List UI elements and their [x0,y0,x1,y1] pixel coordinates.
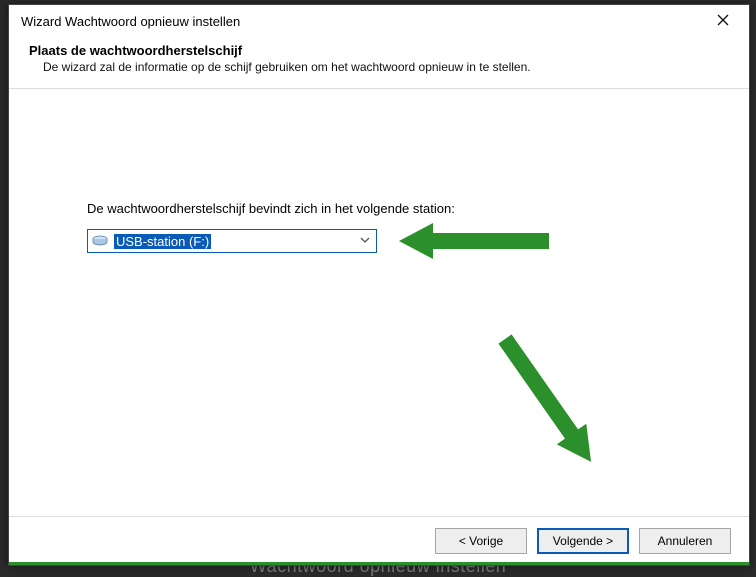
header-heading: Plaats de wachtwoordherstelschijf [29,43,729,58]
close-button[interactable] [703,7,743,35]
close-icon [717,14,729,29]
cancel-button[interactable]: Annuleren [639,528,731,554]
wizard-body: De wachtwoordherstelschijf bevindt zich … [9,89,749,516]
next-button[interactable]: Volgende > [537,528,629,554]
drive-selected-text: USB-station (F:) [114,234,211,249]
disk-icon [92,235,108,247]
chevron-down-icon [360,234,370,248]
back-button[interactable]: < Vorige [435,528,527,554]
window-title: Wizard Wachtwoord opnieuw instellen [21,14,240,29]
wizard-footer: < Vorige Volgende > Annuleren [9,516,749,565]
wizard-header: Plaats de wachtwoordherstelschijf De wiz… [9,37,749,89]
wizard-dialog: Wizard Wachtwoord opnieuw instellen Plaa… [8,4,750,566]
annotation-arrow-next [459,329,619,529]
drive-prompt-label: De wachtwoordherstelschijf bevindt zich … [87,201,455,216]
drive-select[interactable]: USB-station (F:) [87,229,377,253]
annotation-arrow-combo [399,211,559,271]
drive-selected-value: USB-station (F:) [92,234,211,249]
bottom-accent-bar [9,562,749,565]
title-bar: Wizard Wachtwoord opnieuw instellen [9,5,749,37]
header-subtext: De wizard zal de informatie op de schijf… [29,60,729,74]
